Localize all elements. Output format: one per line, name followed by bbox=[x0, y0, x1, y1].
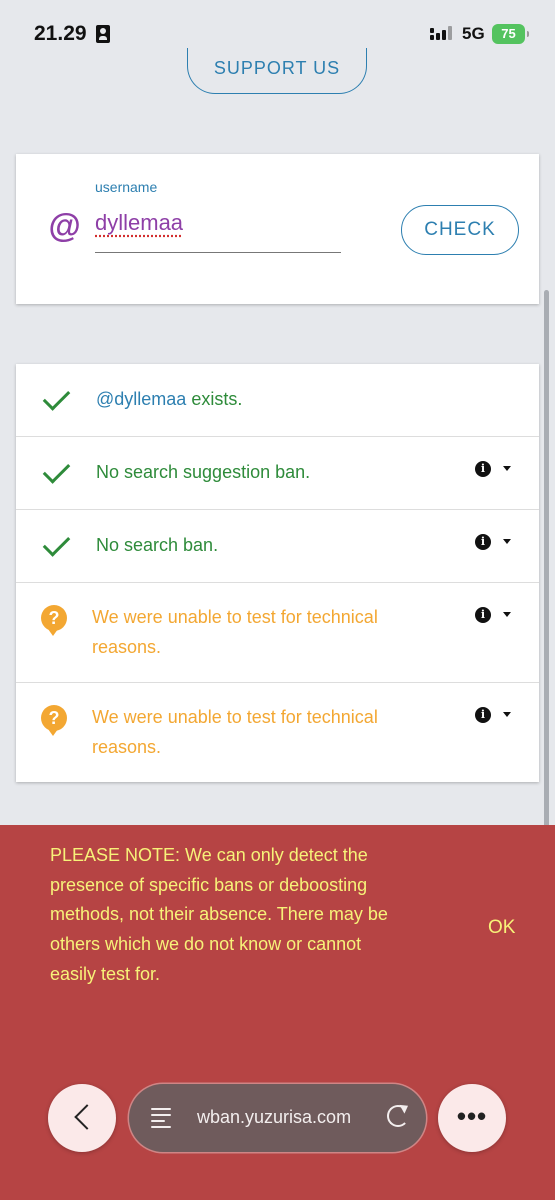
check-icon bbox=[42, 529, 71, 557]
contact-card-icon bbox=[96, 25, 110, 43]
chevron-left-icon bbox=[74, 1104, 100, 1130]
check-icon bbox=[42, 456, 71, 484]
info-icon[interactable]: i bbox=[475, 534, 491, 550]
note-text: PLEASE NOTE: We can only detect the pres… bbox=[50, 845, 388, 984]
info-icon[interactable]: i bbox=[475, 707, 491, 723]
result-row-search-ban[interactable]: No search ban. i bbox=[16, 510, 539, 583]
info-icon[interactable]: i bbox=[475, 461, 491, 477]
signal-icon bbox=[430, 26, 456, 44]
support-us-button[interactable]: SUPPORT US bbox=[187, 48, 367, 94]
caret-down-icon[interactable] bbox=[503, 712, 511, 717]
more-options-button[interactable]: ••• bbox=[438, 1084, 506, 1152]
unable-text-1: We were unable to test for technical rea… bbox=[92, 607, 378, 657]
ok-button[interactable]: OK bbox=[488, 917, 515, 939]
network-type: 5G bbox=[462, 24, 485, 43]
reload-icon[interactable] bbox=[387, 1105, 409, 1127]
exists-text: @dyllemaa exists. bbox=[96, 384, 242, 414]
address-bar[interactable]: wban.yuzurisa.com bbox=[129, 1084, 426, 1152]
caret-down-icon[interactable] bbox=[503, 539, 511, 544]
url-text: wban.yuzurisa.com bbox=[197, 1107, 352, 1127]
input-underline bbox=[95, 252, 341, 253]
caret-down-icon[interactable] bbox=[503, 466, 511, 471]
caret-down-icon[interactable] bbox=[503, 612, 511, 617]
question-icon: ? bbox=[41, 605, 67, 636]
back-button[interactable] bbox=[48, 1084, 116, 1152]
username-check-card: @ username dyllemaa CHECK bbox=[16, 154, 539, 304]
check-icon bbox=[42, 383, 71, 411]
result-row-unable-1[interactable]: ? We were unable to test for technical r… bbox=[16, 583, 539, 683]
exists-handle: @dyllemaa bbox=[96, 389, 187, 409]
check-button[interactable]: CHECK bbox=[401, 205, 519, 255]
unable-text-2: We were unable to test for technical rea… bbox=[92, 707, 378, 757]
more-dots-icon: ••• bbox=[456, 1101, 488, 1131]
at-sign-icon: @ bbox=[48, 207, 81, 244]
search-ban-text: No search ban. bbox=[96, 535, 219, 555]
support-us-label: SUPPORT US bbox=[213, 58, 341, 78]
tab-layout-icon bbox=[151, 1108, 173, 1128]
result-row-exists: @dyllemaa exists. bbox=[16, 364, 539, 437]
info-icon[interactable]: i bbox=[475, 607, 491, 623]
username-field-label: username bbox=[95, 179, 158, 195]
result-row-suggestion-ban[interactable]: No search suggestion ban. i bbox=[16, 437, 539, 510]
suggestion-ban-text: No search suggestion ban. bbox=[96, 462, 311, 482]
result-row-unable-2[interactable]: ? We were unable to test for technical r… bbox=[16, 683, 539, 782]
status-time: 21.29 bbox=[34, 22, 87, 45]
exists-suffix: exists. bbox=[186, 389, 243, 409]
question-icon: ? bbox=[41, 705, 67, 736]
username-input[interactable]: dyllemaa bbox=[95, 210, 183, 236]
results-list: @dyllemaa exists. No search suggestion b… bbox=[16, 364, 539, 782]
battery-icon: 75 bbox=[492, 24, 529, 44]
